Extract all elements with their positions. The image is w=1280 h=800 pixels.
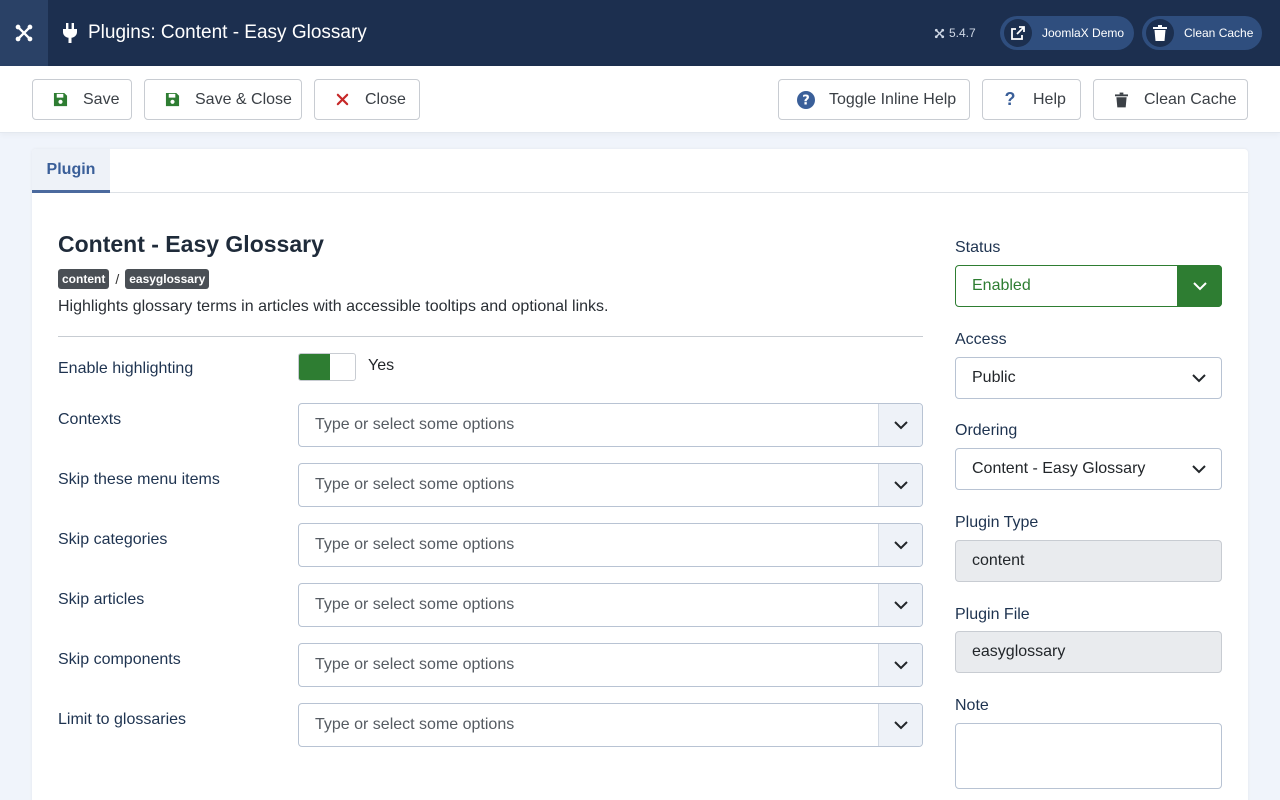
access-label: Access: [955, 331, 1007, 348]
skip-components-select[interactable]: Type or select some options: [298, 643, 923, 687]
badge-separator: /: [115, 271, 120, 287]
plugin-title: Content - Easy Glossary: [58, 231, 324, 257]
chevron-down-icon[interactable]: [878, 464, 922, 506]
chevron-down-icon[interactable]: [878, 704, 922, 746]
tab-bar: Plugin: [32, 149, 1248, 193]
floppy-disk-icon: [51, 91, 69, 109]
floppy-disk-icon: [163, 91, 181, 109]
app-header: Plugins: Content - Easy Glossary 5.4.7 J…: [0, 0, 1280, 66]
plugin-description: Highlights glossary terms in articles wi…: [58, 298, 609, 315]
note-label: Note: [955, 697, 989, 714]
group-badge: content: [58, 269, 110, 289]
plugin-file-label: Plugin File: [955, 606, 1030, 623]
trash-icon: [1146, 19, 1174, 47]
skip-articles-select[interactable]: Type or select some options: [298, 583, 923, 627]
skip-articles-label: Skip articles: [58, 591, 145, 608]
access-select[interactable]: Public: [955, 357, 1222, 399]
trash-icon: [1112, 91, 1130, 109]
chevron-down-icon[interactable]: [878, 584, 922, 626]
joomla-logo-icon[interactable]: [0, 0, 48, 66]
limit-glossaries-label: Limit to glossaries: [58, 711, 187, 728]
plugin-file-field: easyglossary: [955, 631, 1222, 673]
tab-plugin[interactable]: Plugin: [32, 149, 110, 193]
ordering-select[interactable]: Content - Easy Glossary: [955, 448, 1222, 490]
plugin-form-card: Plugin Content - Easy Glossary content /…: [32, 149, 1248, 800]
chevron-down-icon[interactable]: [878, 524, 922, 566]
page-title: Plugins: Content - Easy Glossary: [62, 0, 367, 66]
skip-components-label: Skip components: [58, 651, 181, 668]
header-clean-cache-button[interactable]: Clean Cache: [1142, 16, 1262, 50]
limit-glossaries-select[interactable]: Type or select some options: [298, 703, 923, 747]
contexts-label: Contexts: [58, 411, 122, 428]
close-icon: [333, 91, 351, 109]
contexts-select[interactable]: Type or select some options: [298, 403, 923, 447]
ordering-label: Ordering: [955, 422, 1018, 439]
chevron-down-icon[interactable]: [1177, 358, 1221, 398]
status-select[interactable]: Enabled: [955, 265, 1222, 307]
save-button[interactable]: Save: [32, 79, 132, 120]
chevron-down-icon[interactable]: [1177, 449, 1221, 489]
joomla-small-icon: [934, 28, 945, 38]
skip-categories-label: Skip categories: [58, 531, 168, 548]
help-button[interactable]: ? Help: [982, 79, 1081, 120]
skip-menu-items-select[interactable]: Type or select some options: [298, 463, 923, 507]
enable-highlighting-toggle[interactable]: [298, 353, 356, 381]
enable-highlighting-label: Enable highlighting: [58, 360, 194, 377]
chevron-down-icon[interactable]: [878, 404, 922, 446]
note-textarea[interactable]: [955, 723, 1222, 789]
plugin-type-field: content: [955, 540, 1222, 582]
plug-icon: [63, 23, 77, 43]
toolbar: Save Save & Close Close ? Toggle Inline …: [0, 66, 1280, 133]
chevron-down-icon[interactable]: [1177, 265, 1222, 307]
question-icon: ?: [1004, 89, 1016, 109]
status-label: Status: [955, 239, 1001, 256]
external-link-icon: [1004, 19, 1032, 47]
save-close-button[interactable]: Save & Close: [144, 79, 302, 120]
clean-cache-button[interactable]: Clean Cache: [1093, 79, 1248, 120]
skip-menu-items-label: Skip these menu items: [58, 471, 220, 488]
version-label: 5.4.7: [934, 0, 976, 66]
toggle-inline-help-button[interactable]: ? Toggle Inline Help: [778, 79, 970, 120]
skip-categories-select[interactable]: Type or select some options: [298, 523, 923, 567]
view-site-button[interactable]: JoomlaX Demo: [1000, 16, 1134, 50]
element-badge: easyglossary: [125, 269, 210, 289]
svg-text:?: ?: [802, 93, 810, 108]
close-button[interactable]: Close: [314, 79, 420, 120]
divider: [58, 336, 923, 337]
question-circle-icon: ?: [797, 90, 815, 109]
plugin-type-label: Plugin Type: [955, 514, 1039, 531]
chevron-down-icon[interactable]: [878, 644, 922, 686]
plugin-badges: content / easyglossary: [58, 269, 210, 289]
toggle-knob: [299, 354, 330, 380]
page-title-text: Plugins: Content - Easy Glossary: [88, 22, 367, 43]
enable-highlighting-value: Yes: [368, 357, 395, 374]
